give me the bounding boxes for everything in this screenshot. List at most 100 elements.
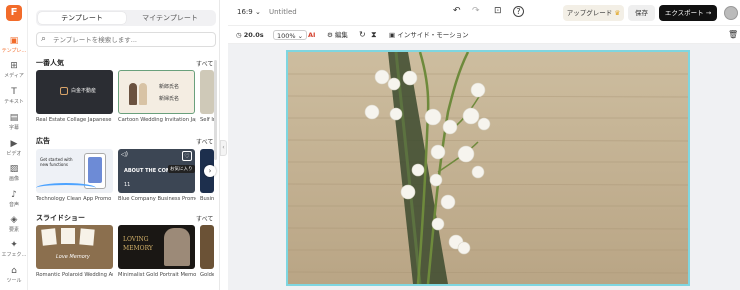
see-all-link[interactable]: すべて: [196, 59, 213, 68]
template-thumb[interactable]: 白金不動産: [36, 70, 113, 114]
template-thumb[interactable]: 新郎氏名 新婦氏名: [118, 70, 195, 114]
zoom-select[interactable]: 100% ⌄: [273, 30, 308, 40]
panel-tabs: テンプレート マイテンプレート: [36, 10, 216, 26]
thumb-portrait: [164, 228, 190, 266]
crown-icon: ♛: [614, 9, 621, 17]
zoom-value: 100%: [277, 32, 296, 40]
edit-button[interactable]: ⚙ 編集: [327, 30, 348, 40]
template-caption: Busine: [200, 196, 214, 202]
rail-item-image[interactable]: ▨ 画像: [0, 164, 28, 182]
app-logo[interactable]: F: [6, 5, 22, 21]
sliders-icon: ⚙: [327, 31, 333, 39]
template-caption: Technology Clean App Promo: [36, 196, 112, 202]
thumb-polaroid: [41, 228, 57, 246]
rail-label: ツール: [6, 278, 22, 284]
thumb-text: 11: [124, 182, 131, 188]
rail-item-video[interactable]: ▶ ビデオ: [0, 139, 28, 157]
section-title: 一番人気: [36, 59, 64, 67]
clock-icon: ◷: [236, 31, 242, 39]
tab-templates[interactable]: テンプレート: [38, 12, 126, 24]
search-icon: ⌕: [41, 34, 47, 44]
rail-item-effects[interactable]: ✦ エフェク…: [0, 240, 28, 258]
rail-item-subtitle[interactable]: ▤ 字幕: [0, 113, 28, 131]
template-caption: Romantic Polaroid Wedding Anni...: [36, 272, 113, 278]
save-button[interactable]: 保存: [628, 5, 655, 21]
redo-icon[interactable]: ↷: [472, 6, 480, 16]
template-caption: Blue Company Business Promo ...: [118, 196, 196, 202]
duration-control[interactable]: ◷ 20.0s: [236, 30, 264, 40]
export-button[interactable]: エクスポート →: [659, 5, 717, 21]
rail-item-templates[interactable]: ▣ テンプレ…: [0, 36, 28, 54]
motion-icon: ▣: [389, 31, 396, 39]
favorite-icon[interactable]: ♡: [182, 151, 192, 161]
inside-motion-label: インサイド・モーション: [397, 31, 469, 39]
rail-item-text[interactable]: T テキスト: [0, 87, 28, 105]
canvas-photo[interactable]: [286, 50, 690, 286]
thumb-swoosh: [36, 183, 96, 193]
rail-label: 要素: [8, 227, 19, 233]
text-icon: T: [11, 87, 17, 97]
effects-icon: ✦: [10, 240, 18, 250]
audio-icon: ♪: [11, 190, 17, 200]
flip-icon[interactable]: ⧗: [371, 30, 377, 40]
top-bar: 16:9 ⌄ Untitled ↶ ↷ ⊡ ? アップグレード ♛ 保存 エクス…: [228, 0, 740, 26]
panel-scrollbar[interactable]: [214, 60, 217, 160]
template-panel: テンプレート マイテンプレート ⌕ 一番人気 すべて 白金不動産 Real Es…: [28, 0, 220, 290]
rotate-icon[interactable]: ↻: [359, 30, 366, 40]
user-avatar[interactable]: [724, 6, 738, 20]
thumb-figure: [129, 83, 137, 105]
image-icon: ▨: [9, 164, 19, 174]
template-thumb[interactable]: LOVING MEMORY: [118, 225, 195, 269]
rail-label: テンプレ…: [1, 48, 27, 54]
template-thumb[interactable]: ◁) ABOUT THE COMPANY 11 ♡ お気に入り: [118, 149, 195, 193]
template-thumb[interactable]: Get started with new functions: [36, 149, 113, 193]
undo-icon[interactable]: ↶: [453, 6, 461, 16]
section-title: スライドショー: [36, 214, 85, 222]
thumb-text: LOVING: [123, 236, 149, 243]
video-icon: ▶: [10, 139, 18, 149]
thumb-figure: [139, 83, 147, 105]
project-title[interactable]: Untitled: [269, 8, 297, 16]
carousel-next-button[interactable]: ›: [204, 165, 216, 177]
rail-item-audio[interactable]: ♪ 音声: [0, 190, 28, 208]
arrow-right-icon: →: [705, 9, 712, 17]
thumb-text: 新郎氏名: [159, 84, 180, 90]
search-input[interactable]: [53, 35, 208, 45]
help-icon[interactable]: ?: [513, 6, 524, 17]
tab-my-templates[interactable]: マイテンプレート: [126, 12, 214, 24]
chevron-down-icon: ⌄: [254, 8, 261, 16]
rail-item-media[interactable]: ⊞ メディア: [0, 61, 28, 79]
thumb-text: Love Memory: [56, 254, 90, 260]
rail-label: エフェク…: [1, 252, 27, 258]
see-all-link[interactable]: すべて: [196, 137, 213, 146]
thumb-text: MEMORY: [123, 245, 153, 252]
template-caption: Real Estate Collage Japanese: [36, 117, 112, 123]
tools-icon: ⌂: [11, 266, 17, 276]
template-search: ⌕: [36, 32, 216, 47]
screenshot-icon[interactable]: ⊡: [494, 6, 502, 16]
aspect-ratio-value: 16:9: [237, 8, 253, 16]
rail-item-tools[interactable]: ⌂ ツール: [0, 266, 28, 284]
rail-label: テキスト: [4, 99, 24, 105]
template-thumb[interactable]: Love Memory: [36, 225, 113, 269]
rail-item-elements[interactable]: ◈ 要素: [0, 215, 28, 233]
template-thumb[interactable]: [200, 70, 214, 114]
collapse-panel-button[interactable]: ‹: [220, 140, 227, 156]
delete-icon[interactable]: 🗑: [728, 30, 738, 40]
thumb-text: Get started with new functions: [40, 157, 73, 167]
rail-label: メディア: [4, 73, 24, 79]
upgrade-button[interactable]: アップグレード ♛: [563, 5, 624, 21]
inside-motion-button[interactable]: ▣ インサイド・モーション: [389, 30, 469, 40]
template-icon: ▣: [9, 36, 19, 46]
subtitle-icon: ▤: [9, 113, 19, 123]
ai-tool-icon[interactable]: AI: [308, 30, 315, 40]
template-caption: Cartoon Wedding Invitation Japa...: [118, 117, 196, 123]
rail-label: 字幕: [8, 125, 19, 131]
section-title: 広告: [36, 137, 50, 145]
see-all-link[interactable]: すべて: [196, 214, 213, 223]
export-label: エクスポート: [664, 9, 704, 17]
aspect-ratio-select[interactable]: 16:9 ⌄: [237, 8, 261, 16]
rail-label: ビデオ: [6, 151, 22, 157]
thumb-polaroid: [61, 228, 75, 244]
template-thumb[interactable]: [200, 225, 214, 269]
